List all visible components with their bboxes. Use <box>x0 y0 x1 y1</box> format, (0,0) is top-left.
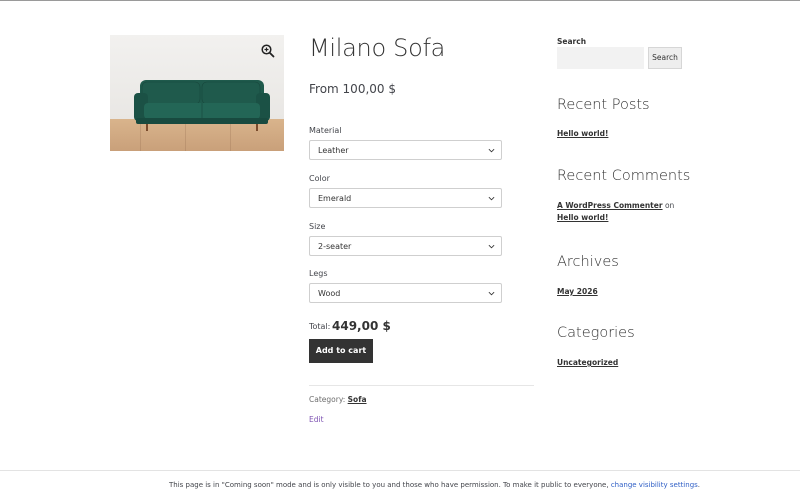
sofa-illustration <box>134 80 270 131</box>
size-select[interactable]: 2-seater <box>309 236 502 256</box>
add-to-cart-button[interactable]: Add to cart <box>309 339 373 363</box>
category-link[interactable]: Sofa <box>348 395 367 404</box>
option-label-size: Size <box>309 222 326 231</box>
chevron-down-icon <box>488 196 495 201</box>
coming-soon-text: This page is in "Coming soon" mode and i… <box>169 481 609 489</box>
category-label: Category: <box>309 395 346 404</box>
product-price: From 100,00 $ <box>309 82 396 96</box>
coming-soon-end: . <box>697 481 701 489</box>
change-visibility-link[interactable]: change visibility settings <box>611 481 698 489</box>
top-border <box>0 0 800 1</box>
total-value: 449,00 $ <box>332 319 391 333</box>
chevron-down-icon <box>488 291 495 296</box>
comment-author-link[interactable]: A WordPress Commenter <box>557 201 663 210</box>
recent-comments-title: Recent Comments <box>557 168 691 184</box>
archives-title: Archives <box>557 254 619 270</box>
comment-post-link[interactable]: Hello world! <box>557 213 608 222</box>
option-label-color: Color <box>309 174 330 183</box>
search-button[interactable]: Search <box>648 47 682 69</box>
search-label: Search <box>557 37 587 46</box>
recent-comment: A WordPress Commenter on Hello world! <box>557 200 677 224</box>
chevron-down-icon <box>488 244 495 249</box>
product-image[interactable] <box>110 35 284 151</box>
category-widget-link[interactable]: Uncategorized <box>557 358 618 367</box>
color-select[interactable]: Emerald <box>309 188 502 208</box>
color-select-value: Emerald <box>318 194 352 203</box>
product-category: Category: Sofa <box>309 395 367 404</box>
comment-on-text: on <box>664 201 675 210</box>
meta-divider <box>309 385 534 386</box>
total-label: Total: <box>309 322 331 331</box>
search-input[interactable] <box>557 47 644 69</box>
legs-select-value: Wood <box>318 289 341 298</box>
option-label-legs: Legs <box>309 269 328 278</box>
material-select-value: Leather <box>318 146 349 155</box>
option-label-material: Material <box>309 126 342 135</box>
legs-select[interactable]: Wood <box>309 283 502 303</box>
categories-title: Categories <box>557 325 635 341</box>
product-title: Milano Sofa <box>309 34 446 62</box>
size-select-value: 2-seater <box>318 242 352 251</box>
chevron-down-icon <box>488 148 495 153</box>
recent-post-link[interactable]: Hello world! <box>557 129 608 138</box>
coming-soon-notice: This page is in "Coming soon" mode and i… <box>169 481 700 489</box>
archive-link[interactable]: May 2026 <box>557 287 598 296</box>
material-select[interactable]: Leather <box>309 140 502 160</box>
recent-posts-title: Recent Posts <box>557 97 650 113</box>
edit-link[interactable]: Edit <box>309 415 324 424</box>
zoom-in-icon[interactable] <box>260 43 276 59</box>
